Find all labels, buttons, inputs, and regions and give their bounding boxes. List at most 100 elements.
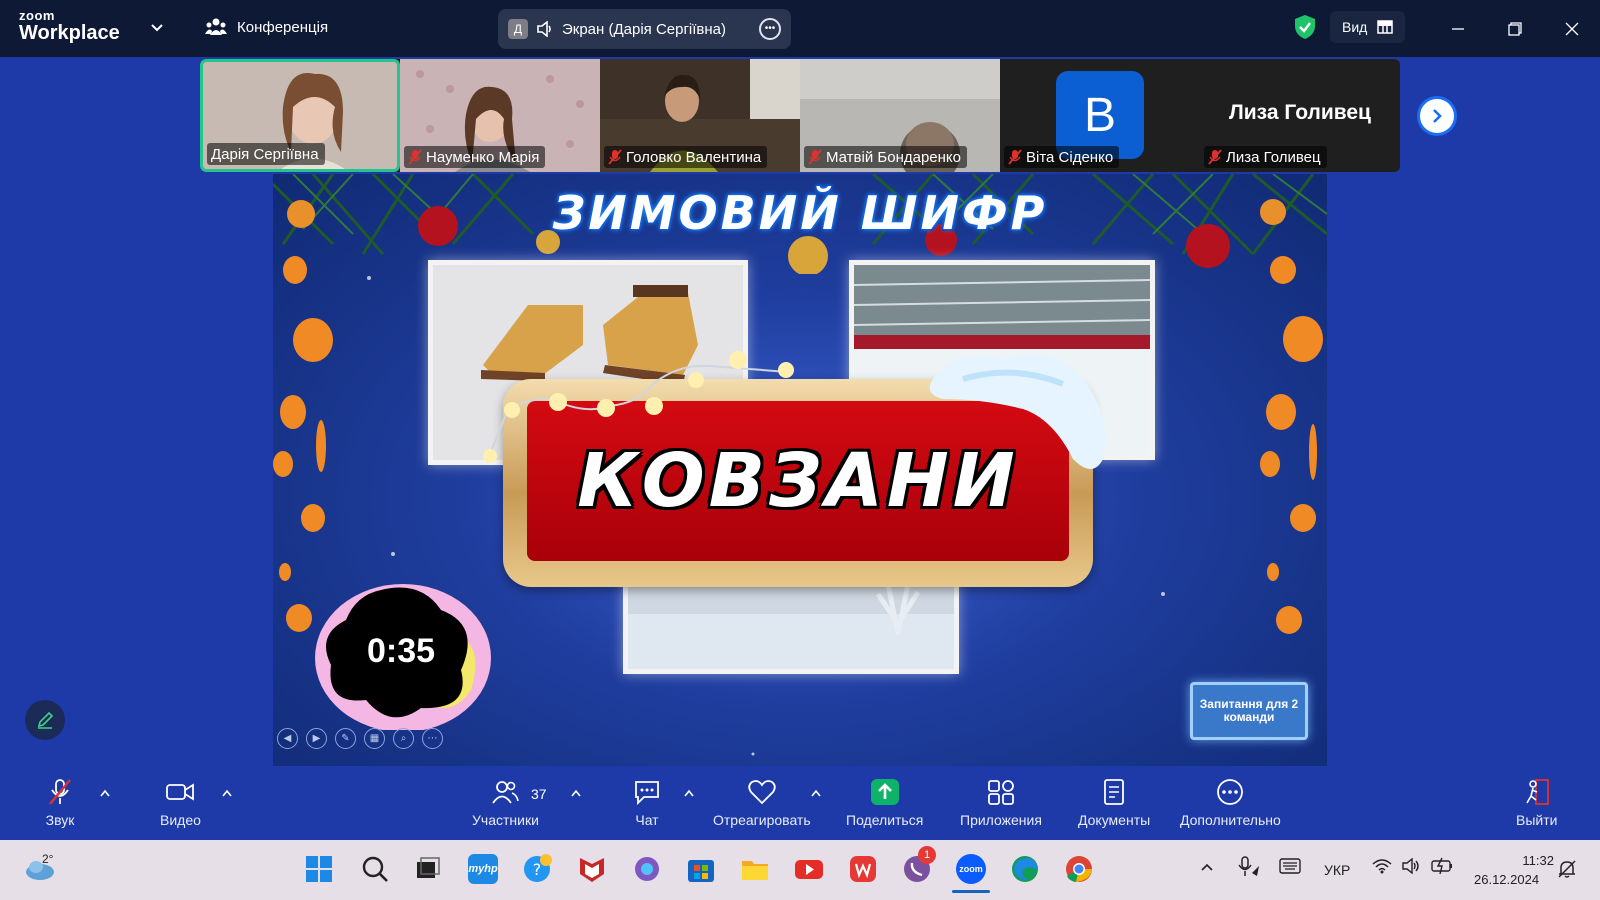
participant-tile[interactable]: Лиза Голивец Лиза Голивец (1200, 59, 1400, 172)
heart-icon (748, 780, 776, 805)
search-icon[interactable] (360, 854, 390, 884)
participant-name: Науменко Марія (426, 148, 540, 166)
participant-name: Матвій Бондаренко (826, 148, 961, 166)
windows-start-icon[interactable] (304, 854, 334, 884)
close-icon[interactable] (1557, 14, 1587, 44)
chat-bubble-icon (635, 781, 659, 806)
help-app-icon[interactable]: ? (522, 854, 552, 884)
chat-options-caret-icon[interactable] (683, 788, 695, 798)
youtube-icon[interactable] (794, 854, 824, 884)
react-options-caret-icon[interactable] (810, 788, 822, 798)
participant-name: Дарія Сергіївна (211, 145, 319, 163)
mic-muted-icon (808, 149, 822, 165)
chrome-browser-icon[interactable] (1064, 854, 1094, 884)
weather-temp: 2° (42, 852, 54, 866)
participants-icon (492, 781, 520, 804)
wifi-icon[interactable] (1372, 858, 1392, 874)
screen-share-indicator[interactable]: Д Экран (Дарія Сергіївна) ••• (498, 9, 791, 49)
mic-muted-icon (1208, 149, 1222, 165)
timer-value: 0:35 (366, 632, 436, 670)
view-label: Вид (1342, 19, 1368, 35)
pen-icon[interactable]: ✎ (335, 728, 356, 749)
task-view-icon[interactable] (413, 854, 443, 884)
restore-icon[interactable] (1500, 14, 1530, 44)
clock-time[interactable]: 11:32 (1508, 853, 1554, 868)
mic-muted-icon (49, 779, 71, 805)
participants-label: Участники (472, 812, 539, 828)
audio-options-caret-icon[interactable] (99, 788, 111, 798)
docs-button[interactable]: Документы (1078, 778, 1150, 828)
participant-name: Лиза Голивец (1226, 148, 1321, 166)
more-button[interactable]: Дополнительно (1180, 778, 1281, 828)
participant-name-tag: Головко Валентина (604, 146, 768, 168)
tray-overflow-chevron-icon[interactable] (1200, 862, 1214, 872)
video-label: Видео (160, 812, 201, 828)
leave-button[interactable]: Выйти (1516, 778, 1557, 828)
slides-grid-icon[interactable]: ▦ (364, 728, 385, 749)
grid-view-icon (1377, 20, 1394, 34)
zoom-icon[interactable]: ⌕ (393, 728, 414, 749)
mic-muted-icon (408, 149, 422, 165)
more-icon[interactable]: ⋯ (422, 728, 443, 749)
string-lights-decoration (483, 351, 794, 463)
microsoft-store-icon[interactable] (686, 854, 716, 884)
participant-tile[interactable]: Дарія Сергіївна (200, 59, 400, 172)
docs-label: Документы (1078, 812, 1151, 828)
clock-date[interactable]: 26.12.2024 (1474, 872, 1539, 887)
mic-muted-icon (1008, 149, 1022, 165)
encryption-shield-icon[interactable] (1293, 14, 1317, 40)
question-for-team-button[interactable]: Запитання для 2 команди (1190, 682, 1308, 740)
wps-office-icon[interactable] (848, 854, 878, 884)
participant-display-name: Лиза Голивец (1229, 101, 1371, 124)
volume-icon[interactable] (1401, 858, 1421, 874)
gallery-next-button[interactable] (1417, 96, 1457, 136)
battery-charging-icon[interactable] (1430, 857, 1454, 875)
participant-gallery-strip: Дарія Сергіївна Науменко Марія Головко В… (200, 59, 1400, 172)
myhp-app-icon[interactable]: myhp (468, 854, 498, 884)
conference-menu[interactable]: Конференція (205, 17, 328, 37)
participant-name-tag: Науменко Марія (404, 146, 546, 168)
react-button[interactable]: Отреагировать (713, 778, 811, 828)
chat-button[interactable]: Чат (632, 778, 662, 828)
annotate-button[interactable] (25, 700, 65, 740)
meeting-controls-toolbar: Звук Видео Участники 37 Чат Отреагироват… (0, 768, 1600, 840)
video-options-caret-icon[interactable] (221, 788, 233, 798)
video-camera-icon (166, 783, 195, 801)
apps-button[interactable]: Приложения (960, 778, 1042, 828)
keyboard-icon[interactable] (1279, 858, 1301, 874)
notifications-bell-icon[interactable] (1557, 859, 1577, 879)
viber-app-icon[interactable]: 1 (902, 846, 936, 884)
participant-tile[interactable]: Головко Валентина (600, 59, 800, 172)
participant-tile[interactable]: Матвій Бондаренко (800, 59, 1000, 172)
speaker-icon (537, 21, 551, 37)
video-button[interactable]: Видео (160, 778, 201, 828)
participants-options-caret-icon[interactable] (570, 788, 582, 798)
participants-button[interactable]: Участники (472, 778, 539, 828)
microphone-tray-icon[interactable] (1237, 856, 1261, 878)
input-language[interactable]: УКР (1324, 862, 1350, 878)
minimize-icon[interactable] (1443, 14, 1473, 44)
logo-zoom-text: zoom (19, 8, 55, 23)
participant-name-tag: Лиза Голивец (1204, 146, 1327, 168)
next-slide-icon[interactable]: ▶ (306, 728, 327, 749)
share-screen-button[interactable]: Поделиться (846, 778, 923, 828)
participant-name: Головко Валентина (626, 148, 762, 166)
chevron-right-icon (1433, 109, 1442, 123)
view-button[interactable]: Вид (1330, 11, 1406, 43)
edge-browser-icon[interactable] (1010, 854, 1040, 884)
more-options-icon[interactable]: ••• (759, 18, 781, 40)
shared-screen-slide: ЗИМОВИЙ ШИФР КОВЗАНИ 0:35 Запитання для … (273, 174, 1327, 766)
participant-tile[interactable]: Науменко Марія (400, 59, 600, 172)
previous-slide-icon[interactable]: ◀ (277, 728, 298, 749)
chevron-down-icon[interactable] (150, 20, 164, 34)
participant-tile[interactable]: В Віта Сіденко (1000, 59, 1200, 172)
screen-share-label: Экран (Дарія Сергіївна) (562, 20, 727, 38)
apps-label: Приложения (960, 812, 1042, 828)
slideshow-controls: ◀ ▶ ✎ ▦ ⌕ ⋯ (277, 728, 443, 749)
audio-button[interactable]: Звук (45, 778, 75, 828)
mcafee-icon[interactable] (577, 854, 607, 884)
copilot-icon[interactable] (632, 854, 662, 884)
file-explorer-icon[interactable] (740, 854, 770, 884)
zoom-app-icon[interactable]: zoom (956, 854, 986, 884)
participants-count: 37 (531, 786, 547, 802)
